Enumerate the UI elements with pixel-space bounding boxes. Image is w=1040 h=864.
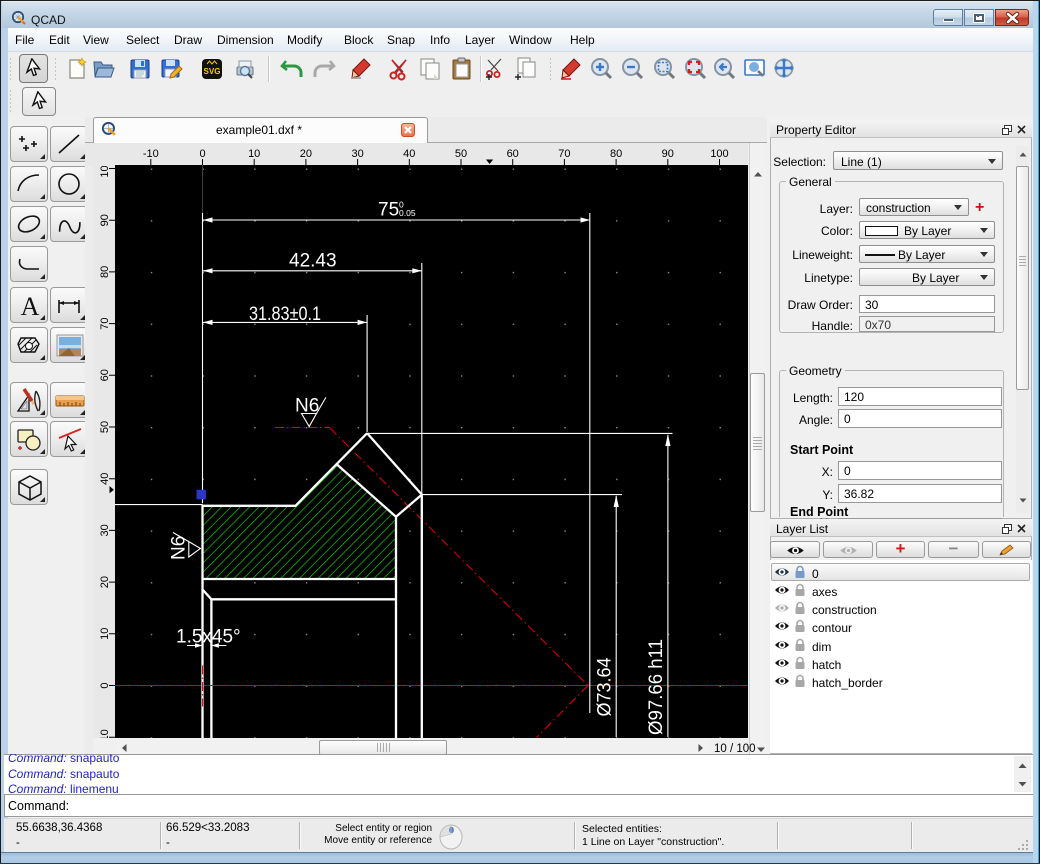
svg-text:100: 100 — [710, 148, 728, 160]
svg-text:0.05: 0.05 — [399, 208, 416, 218]
svg-text:-10: -10 — [143, 148, 159, 160]
svg-text:50: 50 — [455, 148, 467, 160]
svg-text:A: A — [21, 292, 40, 321]
svg-text:31.83±0.1: 31.83±0.1 — [249, 304, 321, 325]
svg-text:80: 80 — [610, 148, 622, 160]
svg-text:90: 90 — [662, 148, 674, 160]
svg-text:30: 30 — [351, 148, 363, 160]
svg-text:N6: N6 — [169, 536, 190, 560]
svg-text:SVG: SVG — [204, 67, 221, 76]
svg-text:42.43: 42.43 — [289, 251, 337, 272]
svg-text:40: 40 — [403, 148, 415, 160]
svg-text:Ø97.66 h11: Ø97.66 h11 — [646, 639, 667, 735]
svg-text:100: 100 — [99, 166, 111, 178]
svg-text:Ø73.64: Ø73.64 — [595, 657, 616, 716]
svg-text:1.5x45°: 1.5x45° — [176, 627, 241, 648]
svg-text:70: 70 — [558, 148, 570, 160]
svg-text:-10: -10 — [99, 729, 111, 738]
svg-text:20: 20 — [300, 148, 312, 160]
svg-text:10: 10 — [248, 148, 260, 160]
svg-text:75: 75 — [378, 200, 399, 221]
svg-text:0: 0 — [199, 148, 205, 160]
svg-text:60: 60 — [507, 148, 519, 160]
